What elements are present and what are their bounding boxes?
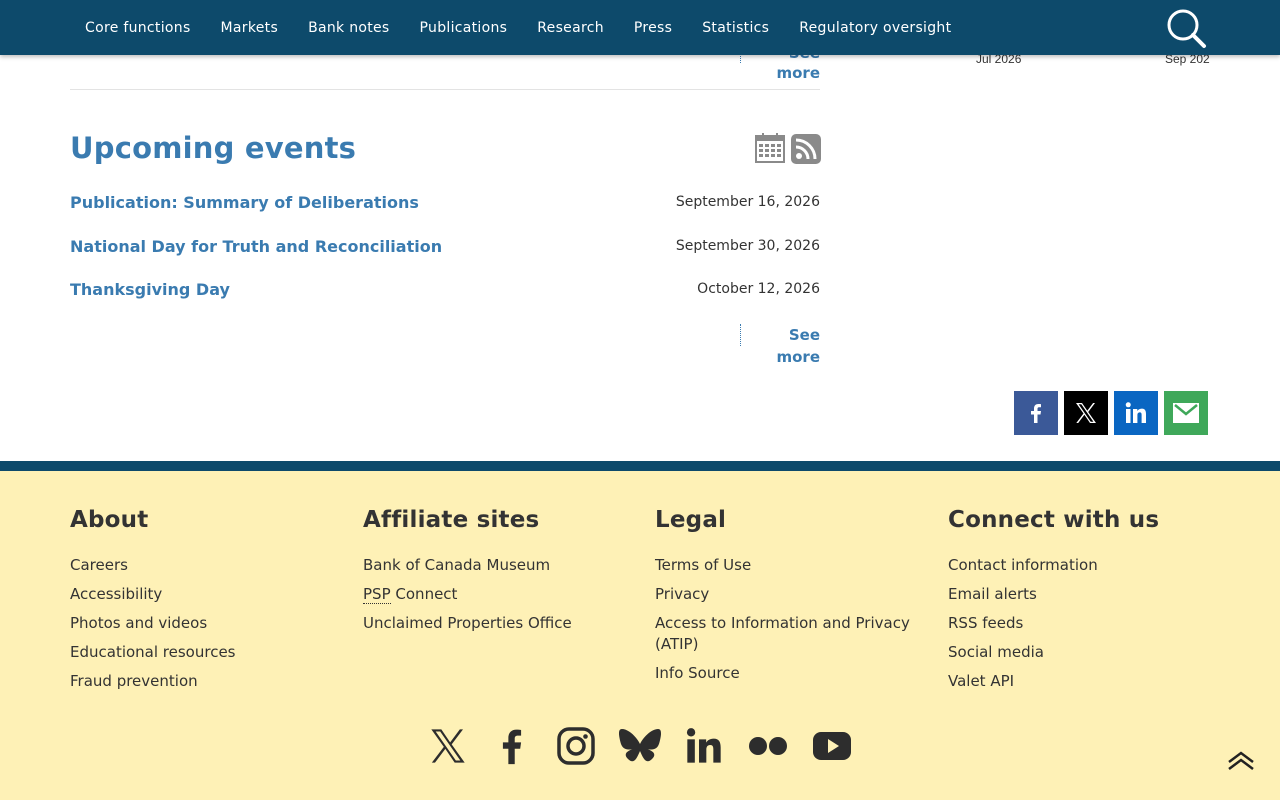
x-icon <box>431 729 465 763</box>
nav-item-bank-notes[interactable]: Bank notes <box>293 20 404 36</box>
footer-heading-about: About <box>70 507 149 533</box>
social-x-link[interactable] <box>426 724 470 768</box>
event-item: Publication: Summary of Deliberations Se… <box>70 193 820 217</box>
youtube-icon <box>813 732 851 760</box>
footer-top-bar <box>0 461 1280 471</box>
psp-abbreviation: PSP <box>363 585 391 604</box>
chevron-up-icon <box>1228 751 1254 770</box>
footer-column-legal: Legal Terms of Use Privacy Access to Inf… <box>655 507 920 692</box>
footer-heading-connect: Connect with us <box>948 507 1160 533</box>
footer-link-privacy[interactable]: Privacy <box>655 584 920 605</box>
facebook-icon <box>502 729 522 765</box>
footer-heading-affiliate: Affiliate sites <box>363 507 540 533</box>
footer-column-affiliate: Affiliate sites Bank of Canada Museum PS… <box>363 507 633 642</box>
footer-link-info-source[interactable]: Info Source <box>655 663 920 684</box>
site-footer: About Careers Accessibility Photos and v… <box>0 471 1280 800</box>
calendar-icon[interactable] <box>755 133 785 163</box>
rss-icon[interactable] <box>791 134 821 164</box>
nav-item-markets[interactable]: Markets <box>206 20 294 36</box>
linkedin-icon <box>1125 402 1146 423</box>
event-date: September 16, 2026 <box>675 194 820 210</box>
footer-link-valet-api[interactable]: Valet API <box>948 671 1218 692</box>
footer-link-accessibility[interactable]: Accessibility <box>70 584 340 605</box>
event-date: October 12, 2026 <box>697 281 820 297</box>
footer-link-contact[interactable]: Contact information <box>948 555 1218 576</box>
social-facebook-link[interactable] <box>490 724 534 768</box>
nav-item-core-functions[interactable]: Core functions <box>70 20 206 36</box>
footer-link-educational-resources[interactable]: Educational resources <box>70 642 340 663</box>
event-link[interactable]: Publication: Summary of Deliberations <box>70 193 419 212</box>
footer-link-rss-feeds[interactable]: RSS feeds <box>948 613 1218 634</box>
event-link[interactable]: National Day for Truth and Reconciliatio… <box>70 237 442 256</box>
share-email-button[interactable] <box>1164 391 1208 435</box>
linkedin-icon <box>686 728 721 763</box>
footer-link-social-media[interactable]: Social media <box>948 642 1218 663</box>
flickr-icon <box>749 737 787 755</box>
footer-link-label: Connect <box>395 585 458 603</box>
see-more-events-link[interactable]: See more <box>740 324 820 366</box>
footer-column-about: About Careers Accessibility Photos and v… <box>70 507 340 700</box>
footer-heading-legal: Legal <box>655 507 727 533</box>
instagram-icon <box>557 727 595 765</box>
nav-item-publications[interactable]: Publications <box>405 20 523 36</box>
upcoming-events-heading: Upcoming events <box>70 131 357 165</box>
share-x-button[interactable] <box>1064 391 1108 435</box>
footer-link-photos-videos[interactable]: Photos and videos <box>70 613 340 634</box>
footer-link-atip[interactable]: Access to Information and Privacy (ATIP) <box>655 613 920 655</box>
footer-link-email-alerts[interactable]: Email alerts <box>948 584 1218 605</box>
footer-link-terms[interactable]: Terms of Use <box>655 555 920 576</box>
footer-link-psp-connect[interactable]: PSP Connect <box>363 584 633 605</box>
nav-item-regulatory-oversight[interactable]: Regulatory oversight <box>784 20 966 36</box>
social-linkedin-link[interactable] <box>682 724 726 768</box>
bluesky-icon <box>619 729 661 762</box>
event-item: Thanksgiving Day October 12, 2026 <box>70 280 820 304</box>
social-bluesky-link[interactable] <box>618 724 662 768</box>
nav-item-research[interactable]: Research <box>522 20 619 36</box>
back-to-top-button[interactable] <box>1226 750 1256 772</box>
email-icon <box>1173 403 1199 423</box>
facebook-icon <box>1031 404 1041 423</box>
search-icon <box>1167 9 1206 48</box>
share-facebook-button[interactable] <box>1014 391 1058 435</box>
nav-items: Core functions Markets Bank notes Public… <box>70 0 966 55</box>
social-youtube-link[interactable] <box>810 724 854 768</box>
search-button[interactable] <box>1160 5 1210 50</box>
nav-item-press[interactable]: Press <box>619 20 687 36</box>
footer-link-museum[interactable]: Bank of Canada Museum <box>363 555 633 576</box>
footer-link-careers[interactable]: Careers <box>70 555 340 576</box>
footer-link-unclaimed-properties[interactable]: Unclaimed Properties Office <box>363 613 633 634</box>
social-flickr-link[interactable] <box>746 724 790 768</box>
footer-column-connect: Connect with us Contact information Emai… <box>948 507 1218 700</box>
nav-item-statistics[interactable]: Statistics <box>687 20 784 36</box>
event-item: National Day for Truth and Reconciliatio… <box>70 237 820 261</box>
share-linkedin-button[interactable] <box>1114 391 1158 435</box>
social-instagram-link[interactable] <box>554 724 598 768</box>
event-link[interactable]: Thanksgiving Day <box>70 280 230 299</box>
event-date: September 30, 2026 <box>675 238 820 254</box>
x-icon <box>1076 403 1096 423</box>
section-divider <box>70 89 820 90</box>
footer-link-fraud-prevention[interactable]: Fraud prevention <box>70 671 340 692</box>
main-navigation: Core functions Markets Bank notes Public… <box>0 0 1280 55</box>
